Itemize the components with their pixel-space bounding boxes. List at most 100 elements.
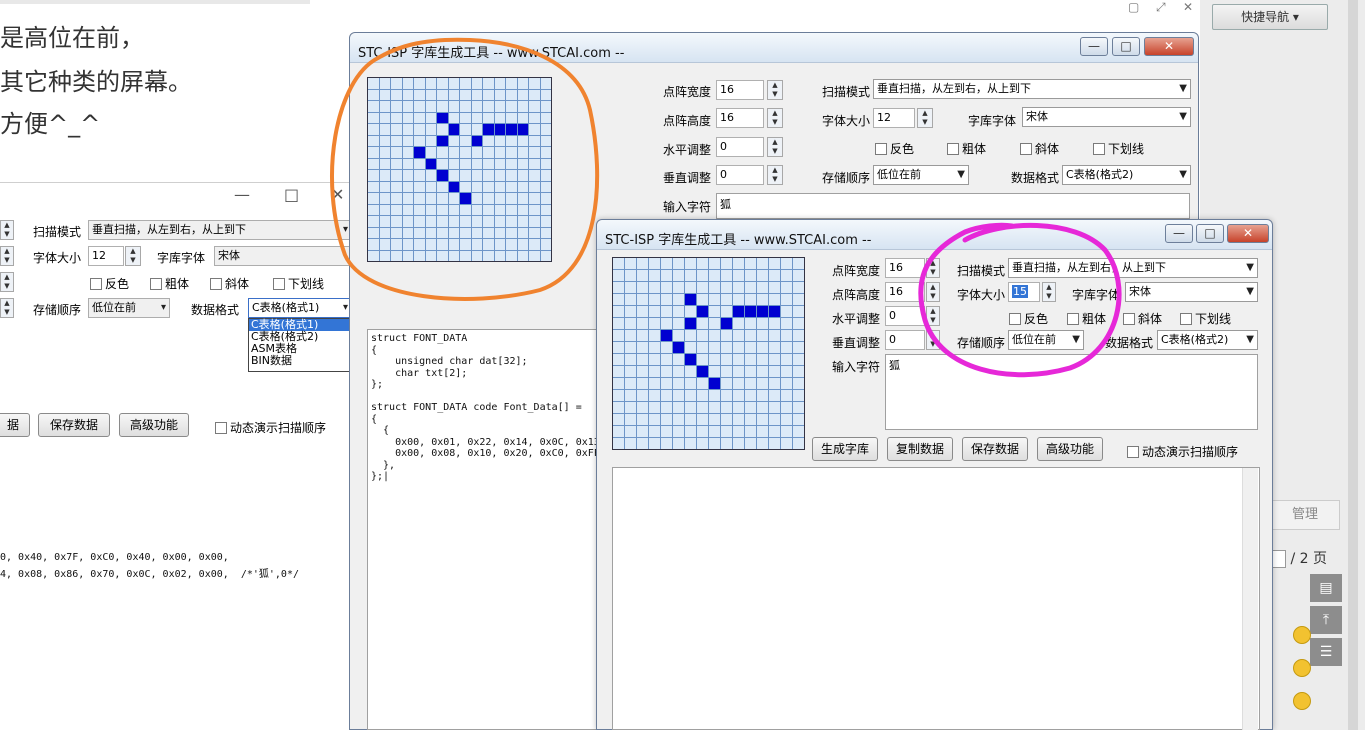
h-adjust-spinner[interactable]: ▲ ▼ [767, 137, 783, 157]
pixel-cell[interactable] [437, 112, 448, 123]
pixel-cell[interactable] [529, 239, 540, 250]
pixel-cell[interactable] [637, 306, 648, 317]
pixel-cell[interactable] [613, 330, 624, 341]
pixel-cell[interactable] [793, 258, 804, 269]
close-icon[interactable]: ✕ [1227, 224, 1269, 243]
pixel-cell[interactable] [425, 193, 436, 204]
pixel-cell[interactable] [402, 135, 413, 146]
pixel-cell[interactable] [685, 270, 696, 281]
pixel-cell[interactable] [769, 378, 780, 389]
pixel-cell[interactable] [721, 318, 732, 329]
pixel-cell[interactable] [425, 101, 436, 112]
pixel-cell[interactable] [613, 438, 624, 449]
pixel-cell[interactable] [506, 135, 517, 146]
pixel-cell[interactable] [379, 227, 390, 238]
pixel-cell[interactable] [757, 426, 768, 437]
pixel-cell[interactable] [402, 181, 413, 192]
pixel-cell[interactable] [437, 193, 448, 204]
pixel-cell[interactable] [769, 366, 780, 377]
pixel-cell[interactable] [757, 438, 768, 449]
pixel-cell[interactable] [460, 147, 471, 158]
font-size-spinner[interactable]: ▲ ▼ [917, 108, 933, 128]
pixel-cell[interactable] [402, 124, 413, 135]
pixel-cell[interactable] [437, 227, 448, 238]
underline-checkbox[interactable]: 下划线 [273, 275, 324, 292]
pixel-cell[interactable] [709, 366, 720, 377]
pixel-cell[interactable] [637, 354, 648, 365]
pixel-cell[interactable] [483, 147, 494, 158]
pixel-cell[interactable] [437, 250, 448, 261]
pixel-cell[interactable] [745, 318, 756, 329]
quick-nav-button[interactable]: 快捷导航 ▾ [1212, 4, 1328, 30]
storage-order-select[interactable]: 低位在前 ▼ [873, 165, 969, 185]
pixel-cell[interactable] [529, 170, 540, 181]
pixel-cell[interactable] [540, 193, 551, 204]
pixel-cell[interactable] [721, 402, 732, 413]
font-size-spinner[interactable]: ▲ ▼ [1042, 282, 1056, 302]
pixel-cell[interactable] [425, 170, 436, 181]
pixel-cell[interactable] [721, 282, 732, 293]
pixel-cell[interactable] [483, 170, 494, 181]
pixel-cell[interactable] [613, 426, 624, 437]
pixel-cell[interactable] [391, 89, 402, 100]
pixel-cell[interactable] [637, 330, 648, 341]
pixel-cell[interactable] [414, 112, 425, 123]
pixel-cell[interactable] [625, 282, 636, 293]
pixel-cell[interactable] [448, 250, 459, 261]
italic-checkbox[interactable]: 斜体 [1123, 310, 1162, 327]
pixel-cell[interactable] [649, 330, 660, 341]
pixel-cell[interactable] [368, 78, 379, 89]
pixel-cell[interactable] [368, 216, 379, 227]
pixel-cell[interactable] [379, 239, 390, 250]
pixel-cell[interactable] [757, 342, 768, 353]
pixel-cell[interactable] [391, 124, 402, 135]
h-adjust-input[interactable]: 0 [716, 137, 764, 157]
pixel-cell[interactable] [540, 78, 551, 89]
pixel-cell[interactable] [709, 306, 720, 317]
pixel-cell[interactable] [745, 414, 756, 425]
pixel-cell[interactable] [793, 330, 804, 341]
pixel-cell[interactable] [673, 378, 684, 389]
pixel-cell[interactable] [517, 216, 528, 227]
back-to-top-icon[interactable]: ⤒ [1310, 606, 1342, 634]
pixel-cell[interactable] [402, 227, 413, 238]
pixel-cell[interactable] [649, 426, 660, 437]
pixel-cell[interactable] [494, 216, 505, 227]
pixel-cell[interactable] [673, 318, 684, 329]
pixel-cell[interactable] [649, 402, 660, 413]
pixel-cell[interactable] [379, 124, 390, 135]
pixel-cell[interactable] [721, 414, 732, 425]
pixel-cell[interactable] [448, 204, 459, 215]
pixel-cell[interactable] [391, 135, 402, 146]
pixel-cell[interactable] [637, 402, 648, 413]
emoji-icon[interactable] [1293, 692, 1311, 710]
pixel-cell[interactable] [721, 390, 732, 401]
pixel-cell[interactable] [649, 414, 660, 425]
pixel-cell[interactable] [448, 227, 459, 238]
pixel-cell[interactable] [506, 158, 517, 169]
pixel-cell[interactable] [769, 330, 780, 341]
pixel-cell[interactable] [685, 438, 696, 449]
pixel-cell[interactable] [673, 330, 684, 341]
input-char-field[interactable]: 狐 [885, 354, 1258, 430]
pixel-cell[interactable] [637, 390, 648, 401]
pixel-cell[interactable] [793, 282, 804, 293]
pixel-cell[interactable] [529, 193, 540, 204]
pixel-cell[interactable] [414, 193, 425, 204]
pixel-cell[interactable] [757, 378, 768, 389]
pixel-cell[interactable] [460, 101, 471, 112]
pixel-cell[interactable] [368, 112, 379, 123]
pixel-cell[interactable] [721, 330, 732, 341]
scan-mode-select[interactable]: 垂直扫描，从左到右，从上到下 ▼ [873, 79, 1191, 99]
pixel-cell[interactable] [697, 390, 708, 401]
format-option[interactable]: BIN数据 [249, 355, 351, 367]
pixel-cell[interactable] [448, 89, 459, 100]
copy-data-button[interactable]: 复制数据 [887, 437, 953, 461]
pixel-cell[interactable] [540, 147, 551, 158]
pixel-cell[interactable] [661, 402, 672, 413]
demo-scan-checkbox[interactable]: 动态演示扫描顺序 [1127, 443, 1238, 460]
pixel-cell[interactable] [709, 438, 720, 449]
pixel-cell[interactable] [540, 124, 551, 135]
pixel-cell[interactable] [625, 294, 636, 305]
storage-order-select[interactable]: 低位在前 ▼ [1008, 330, 1084, 350]
